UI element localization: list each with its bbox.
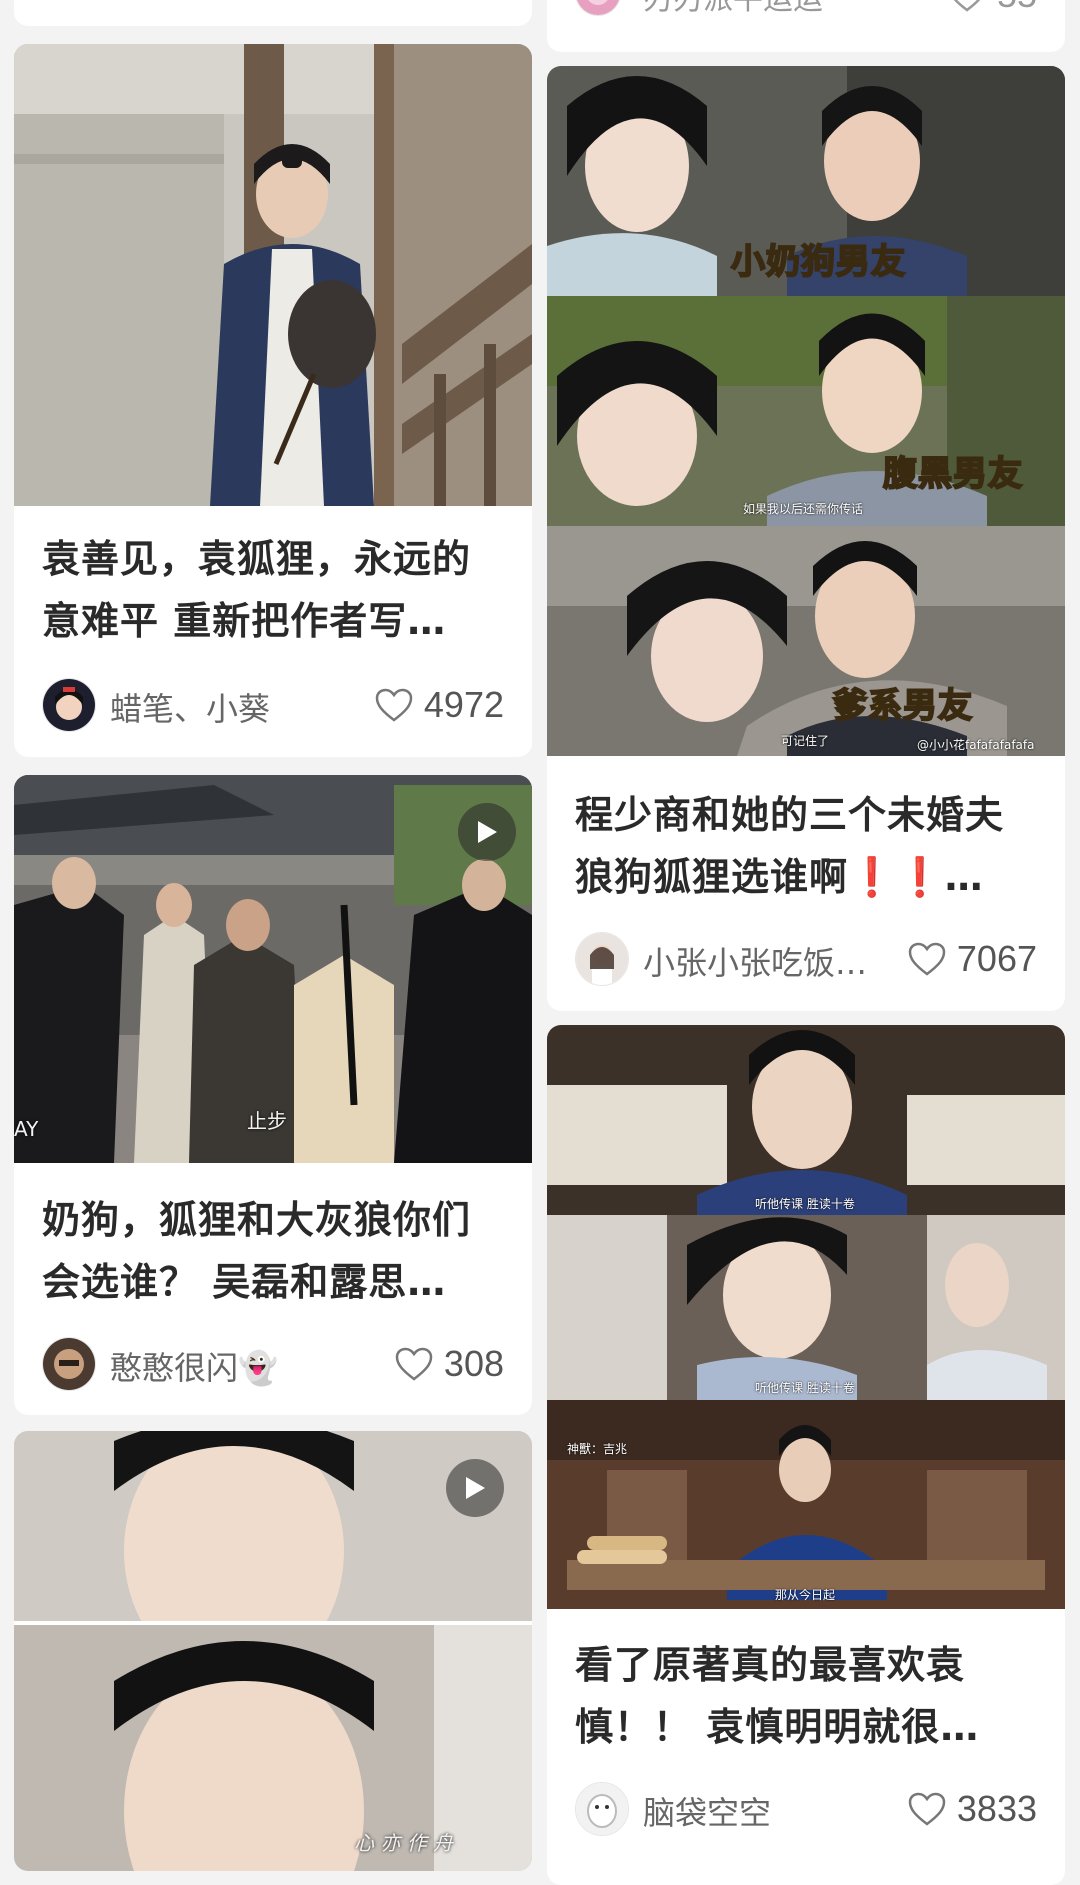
card-cover-collage[interactable]: 听他传课 胜读十卷 听他传课 胜读十卷 神獸：吉兆 那从今日起 xyxy=(547,1025,1065,1609)
heart-icon xyxy=(908,1792,946,1826)
like-button[interactable]: 3833 xyxy=(907,1786,1037,1832)
card-meta: 小张小张吃饭… 7067 xyxy=(575,932,1037,986)
card-title[interactable]: 程少商和她的三个未婚夫 狼狗狐狸选谁啊❗️❗️… xyxy=(575,784,1037,908)
feed-card-partial[interactable]: 刃刃派平运运 55 xyxy=(547,0,1065,52)
collage-panel: 听他传课 胜读十卷 xyxy=(547,1025,1065,1215)
panel-caption: 腹黑男友 xyxy=(882,453,1023,495)
card-cover-video[interactable]: AY 止步 xyxy=(14,775,532,1163)
like-button[interactable]: 308 xyxy=(394,1341,504,1387)
avatar[interactable] xyxy=(42,678,96,732)
watermark: @小小花fafafafafafa xyxy=(917,738,1035,752)
panel-subtitle: 听他传课 胜读十卷 xyxy=(755,1197,855,1211)
heart-icon xyxy=(908,942,946,976)
author-name[interactable]: 小张小张吃饭… xyxy=(643,938,893,984)
collage-panel: 腹黑男友 如果我以后还需你传话 xyxy=(547,296,1065,526)
collage-panel: 听他传课 胜读十卷 xyxy=(547,1215,1065,1400)
video-subtitle: 止步 xyxy=(247,1109,287,1133)
author-name[interactable]: 蜡笔、小葵 xyxy=(110,684,360,730)
author-name[interactable]: 刃刃派平运运 xyxy=(643,0,893,18)
avatar[interactable] xyxy=(575,1782,629,1836)
like-count: 3833 xyxy=(956,1788,1037,1829)
card-title[interactable]: 看了原著真的最喜欢袁慎！！ 袁慎明明就很… xyxy=(575,1634,1037,1758)
panel-subtitle: 那从今日起 xyxy=(775,1588,836,1602)
feed-card[interactable]: 小奶狗男友 腹黑男友 如果我以后还需你传话 爹系男友 可记住了 @小小花fafa… xyxy=(547,66,1065,1011)
video-overlay-text: AY xyxy=(14,1117,39,1141)
panel-caption: 小奶狗男友 xyxy=(730,241,906,283)
heart-icon xyxy=(375,688,413,722)
play-icon xyxy=(446,1459,504,1517)
panel-subtitle: 可记住了 xyxy=(781,734,830,748)
feed-card[interactable]: 听他传课 胜读十卷 听他传课 胜读十卷 神獸：吉兆 那从今日起 看了原著真的最喜… xyxy=(547,1025,1065,1885)
card-meta: 蜡笔、小葵 4972 xyxy=(42,678,504,732)
feed-card[interactable]: 心 亦 作 舟 xyxy=(14,1431,532,1871)
feed-card[interactable]: 袁善见，袁狐狸，永远的意难平 重新把作者写… 蜡笔、小葵 4972 xyxy=(14,44,532,757)
play-icon xyxy=(458,803,516,861)
panel-corner-text: 神獸：吉兆 xyxy=(567,1442,628,1456)
avatar[interactable] xyxy=(42,1337,96,1391)
feed-card-partial[interactable] xyxy=(14,0,532,26)
like-count: 308 xyxy=(443,1343,504,1384)
like-count: 4972 xyxy=(423,684,504,725)
card-meta: 脑袋空空 3833 xyxy=(575,1782,1037,1836)
card-cover-image[interactable] xyxy=(14,44,532,506)
panel-subtitle: 听他传课 胜读十卷 xyxy=(755,1381,855,1395)
author-name[interactable]: 憨憨很闪👻 xyxy=(110,1343,360,1389)
like-count: 7067 xyxy=(956,938,1037,979)
avatar[interactable] xyxy=(575,932,629,986)
card-meta: 憨憨很闪👻 308 xyxy=(42,1337,504,1391)
like-button[interactable]: 4972 xyxy=(374,682,504,728)
panel-subtitle: 如果我以后还需你传话 xyxy=(743,502,864,516)
card-title[interactable]: 奶狗，狐狸和大灰狼你们会选谁？ 吴磊和露思… xyxy=(42,1189,504,1313)
like-button[interactable]: 55 xyxy=(947,0,1037,18)
collage-panel: 小奶狗男友 xyxy=(547,66,1065,296)
like-count: 55 xyxy=(997,0,1037,16)
card-cover-collage[interactable]: 小奶狗男友 腹黑男友 如果我以后还需你传话 爹系男友 可记住了 @小小花fafa… xyxy=(547,66,1065,756)
author-name[interactable]: 脑袋空空 xyxy=(643,1788,893,1834)
collage-panel: 神獸：吉兆 那从今日起 xyxy=(547,1400,1065,1609)
avatar[interactable] xyxy=(575,0,621,16)
card-cover-video[interactable]: 心 亦 作 舟 xyxy=(14,1431,532,1871)
card-title[interactable]: 袁善见，袁狐狸，永远的意难平 重新把作者写… xyxy=(42,528,504,652)
collage-panel: 爹系男友 可记住了 @小小花fafafafafafa xyxy=(547,526,1065,756)
feed-card[interactable]: AY 止步 奶狗，狐狸和大灰狼你们会选谁？ 吴磊和露思… 憨憨很闪👻 308 xyxy=(14,775,532,1415)
heart-icon xyxy=(953,0,981,12)
cover-illustration xyxy=(14,44,532,506)
heart-icon xyxy=(395,1347,433,1381)
like-button[interactable]: 7067 xyxy=(907,936,1037,982)
panel-caption: 爹系男友 xyxy=(832,685,973,727)
video-subtitle: 心 亦 作 舟 xyxy=(354,1831,454,1855)
